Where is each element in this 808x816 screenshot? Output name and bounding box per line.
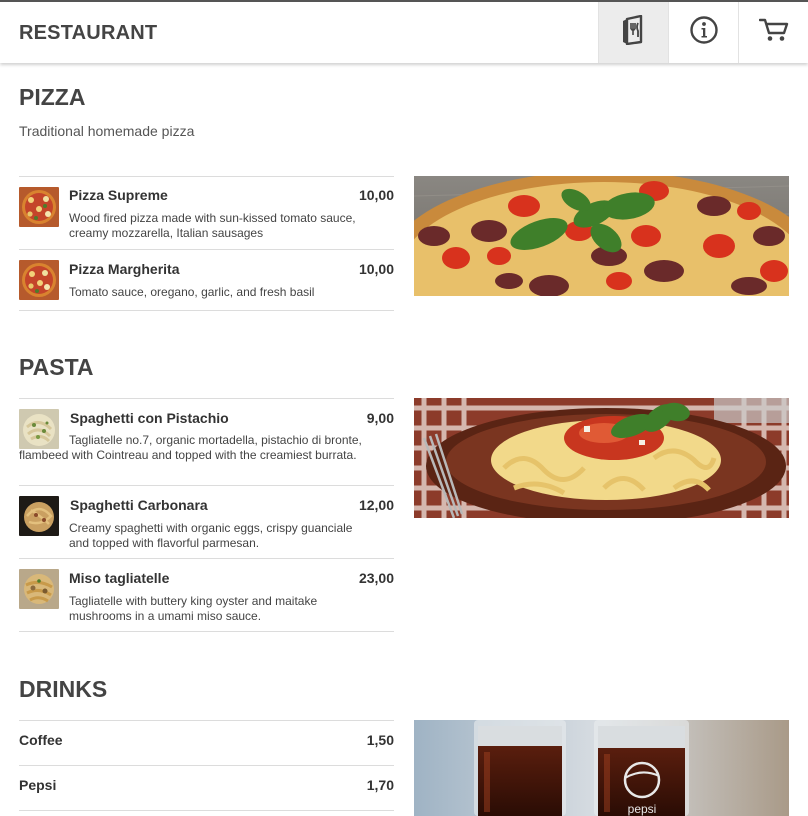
item-name: Spaghetti Carbonara bbox=[70, 497, 208, 513]
restaurant-title: RESTAURANT bbox=[19, 22, 158, 44]
item-description: Tagliatelle with buttery king oyster and… bbox=[69, 594, 318, 623]
menu-item[interactable]: Pepsi 1,70 bbox=[19, 765, 394, 811]
item-description: Tomato sauce, oregano, garlic, and fresh… bbox=[69, 285, 315, 299]
section-title-pasta: PASTA bbox=[19, 354, 94, 380]
item-price: 10,00 bbox=[358, 187, 394, 203]
item-price: 1,50 bbox=[366, 732, 394, 748]
menu-button[interactable] bbox=[598, 2, 668, 63]
carbonara-thumb bbox=[19, 496, 59, 536]
item-price: 12,00 bbox=[358, 497, 394, 513]
cola-photo: pepsi bbox=[414, 720, 789, 816]
menu-item[interactable]: Pizza Supreme 10,00 Wood fired pizza mad… bbox=[19, 176, 394, 249]
menu-item[interactable]: Pizza Margherita 10,00 Tomato sauce, ore… bbox=[19, 249, 394, 311]
pizza-photo bbox=[414, 176, 789, 296]
item-description: Wood fired pizza made with sun-kissed to… bbox=[69, 211, 356, 240]
item-description: Creamy spaghetti with organic eggs, cris… bbox=[69, 521, 353, 550]
item-description: Tagliatelle no.7, organic mortadella, pi… bbox=[19, 433, 362, 462]
section-title-drinks: DRINKS bbox=[19, 676, 108, 702]
pizza-thumb bbox=[19, 260, 59, 300]
item-name: Miso tagliatelle bbox=[69, 570, 170, 586]
item-name: Spaghetti con Pistachio bbox=[70, 410, 229, 426]
pepsi-logo-text: pepsi bbox=[628, 802, 657, 816]
info-button[interactable] bbox=[668, 2, 738, 63]
section-subtitle-pizza: Traditional homemade pizza bbox=[19, 123, 195, 139]
pizza-thumb bbox=[19, 187, 59, 227]
item-name: Pizza Supreme bbox=[69, 187, 168, 203]
item-name: Pepsi bbox=[19, 777, 57, 793]
item-price: 10,00 bbox=[358, 261, 394, 277]
item-price: 1,70 bbox=[366, 777, 394, 793]
top-bar: RESTAURANT bbox=[0, 0, 808, 63]
menu-item[interactable]: Spaghetti con Pistachio 9,00 Tagliatelle… bbox=[19, 398, 394, 485]
cart-button[interactable] bbox=[738, 2, 808, 63]
miso-thumb bbox=[19, 569, 59, 609]
menu-item[interactable]: Spaghetti Carbonara 12,00 Creamy spaghet… bbox=[19, 485, 394, 558]
item-name: Coffee bbox=[19, 732, 63, 748]
section-title-pizza: PIZZA bbox=[19, 84, 86, 110]
pasta-photo bbox=[414, 398, 789, 518]
item-name: Pizza Margherita bbox=[69, 261, 180, 277]
menu-item[interactable]: Miso tagliatelle 23,00 Tagliatelle with … bbox=[19, 558, 394, 632]
cart-icon bbox=[758, 17, 789, 48]
menu-icon bbox=[621, 14, 647, 50]
item-price: 9,00 bbox=[366, 410, 394, 426]
item-price: 23,00 bbox=[358, 570, 394, 586]
info-icon bbox=[689, 15, 719, 50]
menu-item[interactable]: Coffee 1,50 bbox=[19, 720, 394, 765]
